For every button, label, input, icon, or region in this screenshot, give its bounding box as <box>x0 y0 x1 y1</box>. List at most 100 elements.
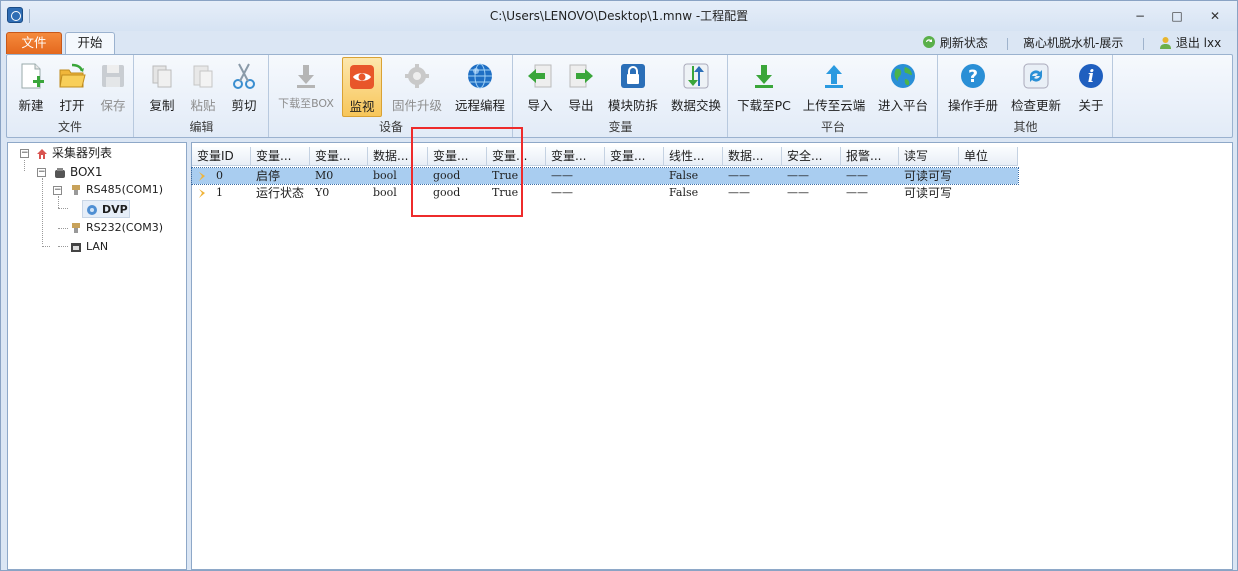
new-button[interactable]: 新建 <box>11 57 51 117</box>
remote-programming-label: 远程编程 <box>454 98 505 113</box>
group-platform: 下载至PC 上传至云端 进入平台 平台 <box>729 55 938 137</box>
cell-read-write: 可读可写 <box>904 186 953 200</box>
group-other: ? 操作手册 检查更新 i 关于 其他 <box>939 55 1113 137</box>
port-connector-icon <box>72 185 80 195</box>
import-label: 导入 <box>527 98 553 113</box>
col-header-variable-7[interactable]: 变量... <box>546 147 605 166</box>
title-bar: C:\Users\LENOVO\Desktop\1.mnw -工程配置 − □ … <box>1 1 1237 31</box>
cut-button[interactable]: 剪切 <box>224 57 264 117</box>
refresh-status-button[interactable]: 刷新状态 <box>922 34 988 52</box>
check-update-button[interactable]: 检查更新 <box>1007 57 1065 117</box>
export-button[interactable]: 导出 <box>561 57 601 117</box>
collapse-toggle[interactable]: − <box>20 149 29 158</box>
col-header-linear[interactable]: 线性... <box>664 147 723 166</box>
tree-node-rs485[interactable]: RS485(COM1) <box>70 181 163 199</box>
copy-button[interactable]: 复制 <box>142 57 182 117</box>
upload-blue-icon <box>825 65 843 88</box>
col-header-variable-address[interactable]: 变量... <box>310 147 368 166</box>
highlight-annotation-box <box>411 127 523 217</box>
tree-line <box>24 160 25 171</box>
cell-data: —— <box>728 169 750 182</box>
open-button[interactable]: 打开 <box>52 57 92 117</box>
logout-button[interactable]: 退出 lxx <box>1159 34 1221 52</box>
grid-header-row: 变量ID 变量... 变量... 数据... 变量... 变量... 变量...… <box>192 147 1018 166</box>
download-to-box-button[interactable]: 下载至BOX <box>276 57 336 117</box>
group-edit: 复制 粘贴 剪切 编辑 <box>135 55 269 137</box>
collapse-toggle[interactable]: − <box>37 168 46 177</box>
group-label-variable: 变量 <box>608 120 633 134</box>
module-protect-label: 模块防拆 <box>607 98 658 113</box>
download-to-pc-button[interactable]: 下载至PC <box>733 57 795 117</box>
eye-icon <box>350 65 374 89</box>
table-row[interactable]: 1 运行状态 Y0 bool good True —— False —— —— … <box>192 185 1018 201</box>
cell-alarm: —— <box>846 186 868 199</box>
group-label-other: 其他 <box>1013 120 1038 134</box>
tree-node-lan[interactable]: LAN <box>70 238 108 256</box>
about-button[interactable]: i 关于 <box>1071 57 1111 117</box>
group-device: 下载至BOX 监视 固件升级 远程编程 设备 <box>270 55 513 137</box>
minimize-button[interactable]: − <box>1127 7 1153 25</box>
cell-variable-address: M0 <box>315 169 334 182</box>
cell-security: —— <box>787 186 809 199</box>
col-header-unit[interactable]: 单位 <box>959 147 1018 166</box>
check-update-label: 检查更新 <box>1010 98 1061 113</box>
tree-root-collector-list[interactable]: 采集器列表 <box>36 144 112 162</box>
cut-label: 剪切 <box>231 98 257 113</box>
cell-linear: False <box>669 186 699 199</box>
tree-node-dvp[interactable]: DVP <box>82 200 130 218</box>
open-label: 打开 <box>59 98 85 113</box>
project-name: 离心机脱水机-展示 <box>1023 36 1124 50</box>
divider <box>1007 38 1008 50</box>
user-icon <box>1160 37 1171 49</box>
new-label: 新建 <box>18 98 44 113</box>
col-header-read-write[interactable]: 读写 <box>899 147 959 166</box>
collapse-toggle[interactable]: − <box>53 186 62 195</box>
cell-linear: False <box>669 169 699 182</box>
table-row[interactable]: 0 启停 M0 bool good True —— False —— —— ——… <box>191 167 1019 185</box>
new-file-icon <box>21 63 44 89</box>
window-title: C:\Users\LENOVO\Desktop\1.mnw -工程配置 <box>489 9 749 23</box>
tree-node-rs485-label: RS485(COM1) <box>86 183 164 196</box>
copy-label: 复制 <box>149 98 175 113</box>
house-icon <box>37 148 47 159</box>
close-button[interactable]: ✕ <box>1202 7 1228 25</box>
maximize-button[interactable]: □ <box>1164 7 1190 25</box>
save-icon <box>102 65 124 87</box>
data-exchange-button[interactable]: 数据交换 <box>667 57 725 117</box>
col-header-variable-id[interactable]: 变量ID <box>192 147 251 166</box>
tree-node-box1[interactable]: BOX1 <box>54 163 103 181</box>
cell-unit <box>959 168 1018 184</box>
download-green-icon <box>755 65 773 88</box>
cell-col8 <box>605 168 664 184</box>
module-protect-button[interactable]: 模块防拆 <box>604 57 662 117</box>
tab-file[interactable]: 文件 <box>6 32 62 54</box>
logout-label: 退出 lxx <box>1175 36 1222 50</box>
col-header-data[interactable]: 数据... <box>723 147 782 166</box>
info-icon: i <box>1079 64 1103 88</box>
upload-to-cloud-button[interactable]: 上传至云端 <box>801 57 867 117</box>
cell-variable-address: Y0 <box>315 186 330 199</box>
tree-node-box1-label: BOX1 <box>70 165 103 179</box>
svg-text:i: i <box>1088 67 1094 87</box>
save-label: 保存 <box>100 98 126 113</box>
col-header-variable-8[interactable]: 变量... <box>605 147 664 166</box>
tab-start[interactable]: 开始 <box>65 32 115 55</box>
col-header-security[interactable]: 安全... <box>782 147 841 166</box>
download-to-box-label: 下载至BOX <box>278 97 334 110</box>
lock-icon <box>621 64 645 88</box>
tree-node-rs232[interactable]: RS232(COM3) <box>70 219 163 237</box>
col-header-variable-name[interactable]: 变量... <box>251 147 310 166</box>
help-icon: ? <box>961 64 985 88</box>
save-button[interactable]: 保存 <box>93 57 133 117</box>
firmware-upgrade-button[interactable]: 固件升级 <box>388 57 446 117</box>
earth-icon <box>891 64 915 88</box>
group-variable: 导入 导出 模块防拆 数据交换 变量 <box>514 55 728 137</box>
enter-platform-button[interactable]: 进入平台 <box>873 57 933 117</box>
col-header-alarm[interactable]: 报警... <box>841 147 899 166</box>
group-label-platform: 平台 <box>820 120 845 134</box>
user-manual-button[interactable]: ? 操作手册 <box>944 57 1002 117</box>
paste-button[interactable]: 粘贴 <box>183 57 223 117</box>
monitor-button[interactable]: 监视 <box>342 57 382 117</box>
import-button[interactable]: 导入 <box>520 57 560 117</box>
remote-programming-button[interactable]: 远程编程 <box>451 57 509 117</box>
